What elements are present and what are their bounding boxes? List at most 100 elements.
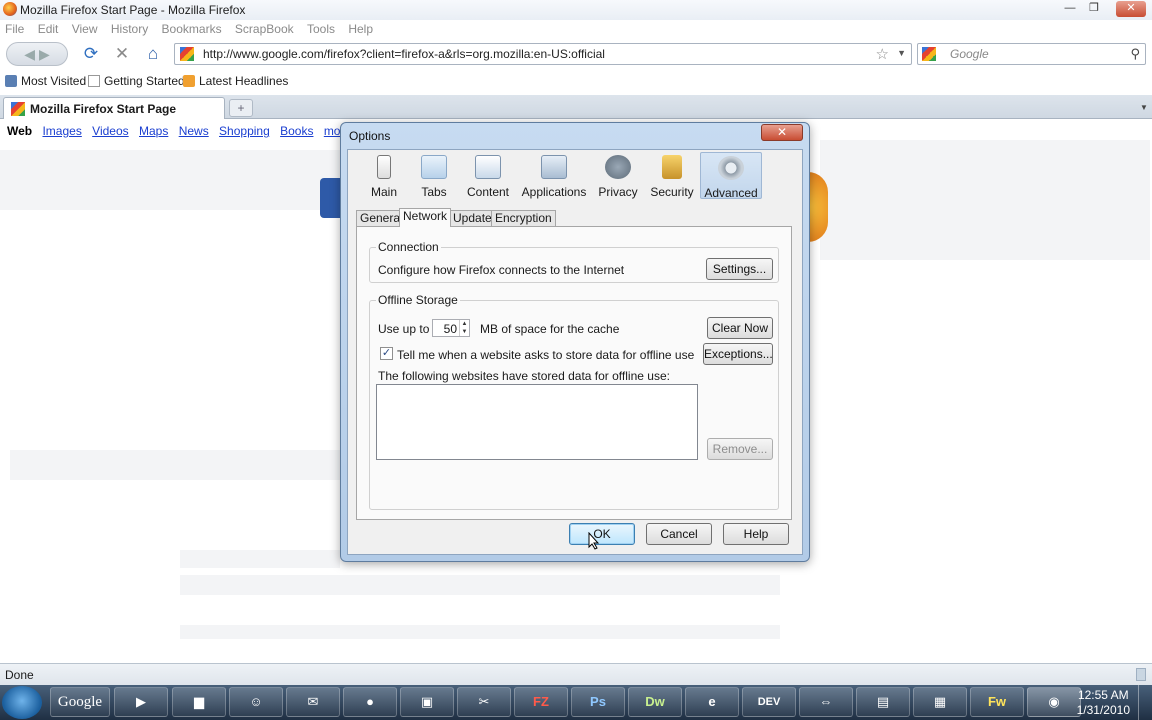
clock-time: 12:55 AM (1077, 688, 1129, 702)
google-nav-shopping[interactable]: Shopping (219, 124, 270, 138)
menu-history[interactable]: History (106, 20, 153, 38)
menu-bookmarks[interactable]: Bookmarks (157, 20, 227, 38)
taskbar: Google ▶ ▆ ☺ ✉ ● ▣ ✂ FZ Ps Dw e DEV ⇔ ▤ … (0, 685, 1152, 720)
bookmarks-toolbar: Most Visited Getting Started Latest Head… (0, 71, 1152, 93)
bookmark-most-visited[interactable]: Most Visited (5, 74, 86, 88)
tab-firefox-start-page[interactable]: Mozilla Firefox Start Page (3, 97, 225, 119)
teamviewer-icon: ⇔ (819, 694, 833, 709)
taskbar-media-player[interactable]: ▶ (114, 687, 168, 717)
taskbar-app[interactable]: ● (343, 687, 397, 717)
pane-main[interactable]: Main (360, 152, 408, 199)
subtab-network[interactable]: Network (399, 208, 452, 227)
google-nav-books[interactable]: Books (280, 124, 313, 138)
cancel-button[interactable]: Cancel (646, 523, 712, 545)
tray-clock[interactable]: 12:55 AM 1/31/2010 (1077, 688, 1130, 718)
faded-background-block (180, 625, 780, 639)
taskbar-email[interactable]: ✉ (286, 687, 340, 717)
google-nav-images[interactable]: Images (42, 124, 81, 138)
menu-file[interactable]: File (0, 20, 29, 38)
stop-icon[interactable]: ✕ (111, 44, 133, 64)
app-icon: ● (366, 694, 374, 709)
tab-list-button[interactable]: ▼ (1138, 99, 1150, 117)
taskbar-explorer[interactable]: ▆ (172, 687, 226, 717)
window-title: Mozilla Firefox Start Page - Mozilla Fir… (20, 3, 246, 17)
google-nav-videos[interactable]: Videos (92, 124, 128, 138)
taskbar-filezilla[interactable]: FZ (514, 687, 568, 717)
pane-applications[interactable]: Applications (518, 152, 590, 199)
ok-button[interactable]: OK (569, 523, 635, 545)
options-dialog: Options ✕ Main Tabs Content Applications (340, 122, 810, 562)
mb-cache-label: MB of space for the cache (480, 322, 620, 336)
messenger-icon: ☺ (249, 694, 263, 709)
pane-privacy[interactable]: Privacy (592, 152, 644, 199)
subtab-encryption[interactable]: Encryption (491, 210, 556, 226)
taskbar-notepad[interactable]: ▤ (856, 687, 910, 717)
spinner-arrows-icon[interactable]: ▲ ▼ (459, 320, 469, 336)
remove-button[interactable]: Remove... (707, 438, 773, 460)
window-close-button[interactable]: ✕ (1116, 1, 1146, 17)
menu-scrapbook[interactable]: ScrapBook (230, 20, 299, 38)
home-icon[interactable]: ⌂ (142, 44, 164, 64)
back-forward-button[interactable]: ◀ ▶ (6, 42, 68, 66)
url-text: http://www.google.com/firefox?client=fir… (203, 47, 605, 61)
subtab-update[interactable]: Update (449, 210, 496, 226)
clear-now-button[interactable]: Clear Now (707, 317, 773, 339)
menu-view[interactable]: View (67, 20, 103, 38)
stored-sites-label: The following websites have stored data … (378, 369, 670, 383)
taskbar-dreamweaver[interactable]: Dw (628, 687, 682, 717)
bookmark-getting-started[interactable]: Getting Started (88, 74, 185, 88)
taskbar-dev[interactable]: DEV (742, 687, 796, 717)
restore-button[interactable]: ❐ (1082, 1, 1106, 17)
status-text: Done (5, 668, 34, 682)
exceptions-button[interactable]: Exceptions... (703, 343, 773, 365)
taskbar-photoshop[interactable]: Ps (571, 687, 625, 717)
url-dropdown-icon[interactable]: ▼ (897, 48, 906, 58)
pane-security[interactable]: Security (646, 152, 698, 199)
tools-icon: ✂ (478, 694, 490, 709)
taskbar-google[interactable]: Google (50, 687, 110, 717)
pane-advanced[interactable]: Advanced (700, 152, 762, 200)
google-nav-web[interactable]: Web (7, 124, 32, 138)
media-player-icon: ▶ (136, 694, 146, 709)
plus-icon: + (237, 101, 245, 115)
start-button[interactable] (2, 686, 42, 719)
show-desktop-button[interactable] (1138, 685, 1152, 720)
stored-sites-list[interactable] (376, 384, 698, 460)
dialog-close-button[interactable]: ✕ (761, 124, 803, 141)
menu-edit[interactable]: Edit (33, 20, 64, 38)
pane-content[interactable]: Content (460, 152, 516, 199)
taskbar-window-switch[interactable]: ▦ (913, 687, 967, 717)
minimize-button[interactable]: — (1058, 1, 1082, 17)
settings-button[interactable]: Settings... (706, 258, 773, 280)
taskbar-yahoo-messenger[interactable]: ☺ (229, 687, 283, 717)
google-engine-icon[interactable] (922, 47, 936, 61)
faded-background-block (820, 140, 1150, 260)
reload-icon[interactable]: ⟳ (80, 44, 102, 64)
page-icon (88, 75, 100, 87)
google-nav: Web Images Videos Maps News Shopping Boo… (7, 124, 358, 138)
taskbar-firefox[interactable]: ◉ (1027, 687, 1081, 717)
windows-icon: ▦ (933, 694, 947, 709)
taskbar-ie[interactable]: e (685, 687, 739, 717)
menu-help[interactable]: Help (343, 20, 378, 38)
mouse-cursor-icon (588, 532, 600, 550)
new-tab-button[interactable]: + (229, 99, 253, 117)
taskbar-fireworks[interactable]: Fw (970, 687, 1024, 717)
google-nav-maps[interactable]: Maps (139, 124, 168, 138)
tell-me-checkbox[interactable]: ✓ (380, 347, 393, 360)
resize-grip-icon[interactable] (1136, 668, 1146, 681)
search-icon[interactable]: ⚲ (1130, 46, 1140, 62)
google-nav-news[interactable]: News (179, 124, 209, 138)
search-bar[interactable]: Google ⚲ (917, 43, 1146, 65)
menu-tools[interactable]: Tools (302, 20, 340, 38)
cache-size-stepper[interactable]: 50 ▲ ▼ (432, 319, 470, 337)
help-button[interactable]: Help (723, 523, 789, 545)
taskbar-terminal[interactable]: ▣ (400, 687, 454, 717)
bookmark-latest-headlines[interactable]: Latest Headlines (183, 74, 288, 88)
bookmark-star-icon[interactable]: ☆ (876, 45, 889, 63)
url-bar[interactable]: http://www.google.com/firefox?client=fir… (174, 43, 912, 65)
taskbar-tools[interactable]: ✂ (457, 687, 511, 717)
switch-icon (377, 155, 391, 179)
pane-tabs[interactable]: Tabs (410, 152, 458, 199)
taskbar-teamviewer[interactable]: ⇔ (799, 687, 853, 717)
